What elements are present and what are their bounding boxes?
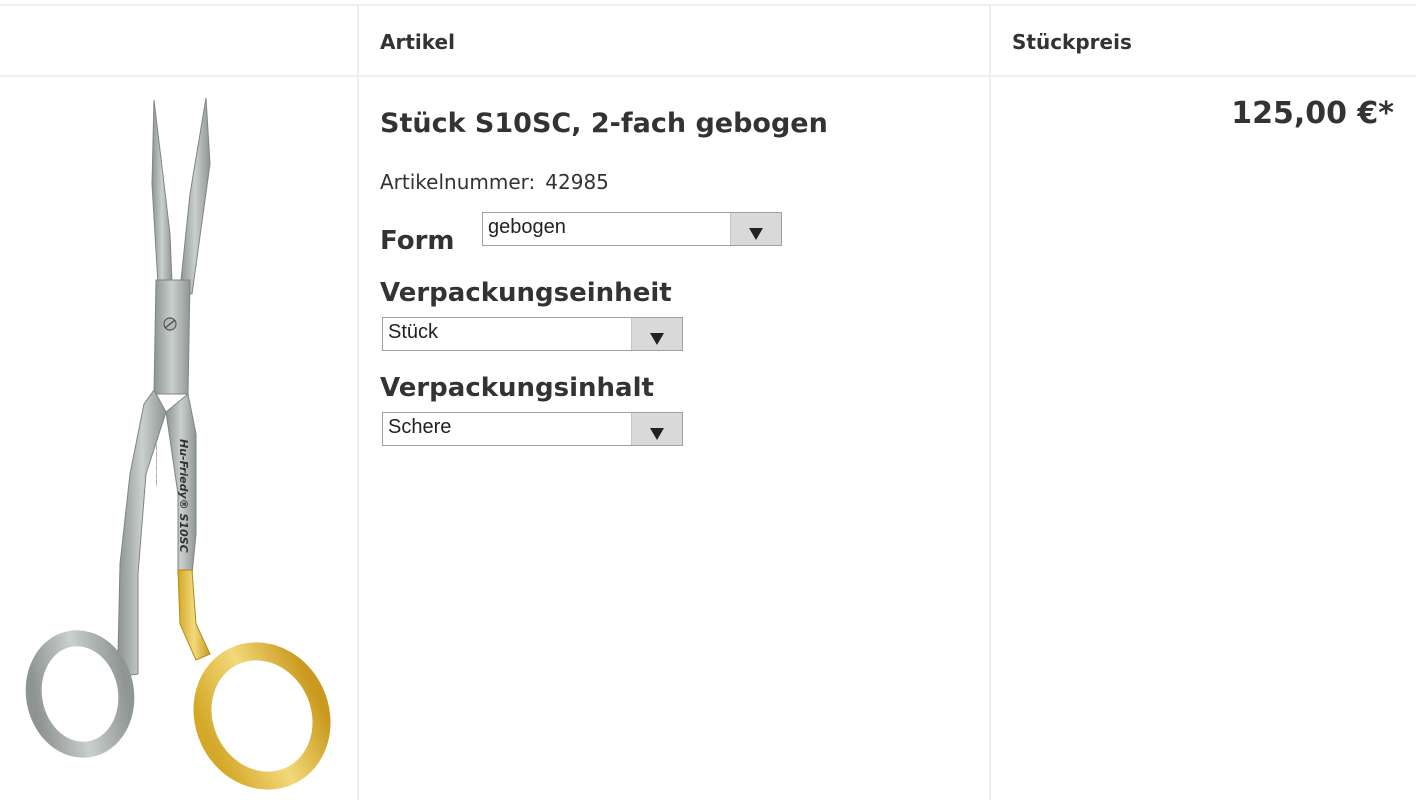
engraving-text: Hu-Friedy® S10SC (177, 439, 190, 553)
cart-table: Artikel Stückpreis Hu-Friedy® S10SC ————… (0, 0, 1416, 800)
form-select-value: gebogen (488, 216, 566, 238)
packaging-unit-select-button[interactable] (631, 318, 682, 350)
column-divider-1 (357, 4, 359, 800)
form-select[interactable]: gebogen (482, 212, 782, 246)
packaging-unit-label: Verpackungseinheit (380, 278, 672, 308)
product-title[interactable]: Stück S10SC, 2-fach gebogen (380, 108, 828, 139)
chevron-down-icon (749, 228, 763, 240)
packaging-content-select-value: Schere (388, 416, 452, 438)
header-stueckpreis: Stückpreis (1012, 30, 1132, 54)
article-number-row: Artikelnummer: 42985 (380, 170, 609, 194)
column-divider-2 (989, 4, 991, 800)
header-artikel: Artikel (380, 30, 455, 54)
packaging-content-select[interactable]: Schere (382, 412, 683, 446)
header-divider (0, 75, 1416, 77)
product-image[interactable]: Hu-Friedy® S10SC —————— (20, 94, 340, 794)
chevron-down-icon (650, 333, 664, 345)
unit-price: 125,00 €* (1231, 96, 1394, 131)
packaging-content-label: Verpackungsinhalt (380, 373, 654, 403)
packaging-unit-select-value: Stück (388, 321, 439, 343)
form-select-button[interactable] (730, 213, 781, 245)
packaging-unit-select[interactable]: Stück (382, 317, 683, 351)
table-top-border (0, 4, 1416, 6)
chevron-down-icon (650, 428, 664, 440)
packaging-content-select-button[interactable] (631, 413, 682, 445)
article-number-label: Artikelnummer: (380, 170, 536, 194)
svg-text:——————: —————— (153, 444, 161, 486)
form-label: Form (380, 226, 455, 256)
article-number-value: 42985 (545, 170, 609, 194)
